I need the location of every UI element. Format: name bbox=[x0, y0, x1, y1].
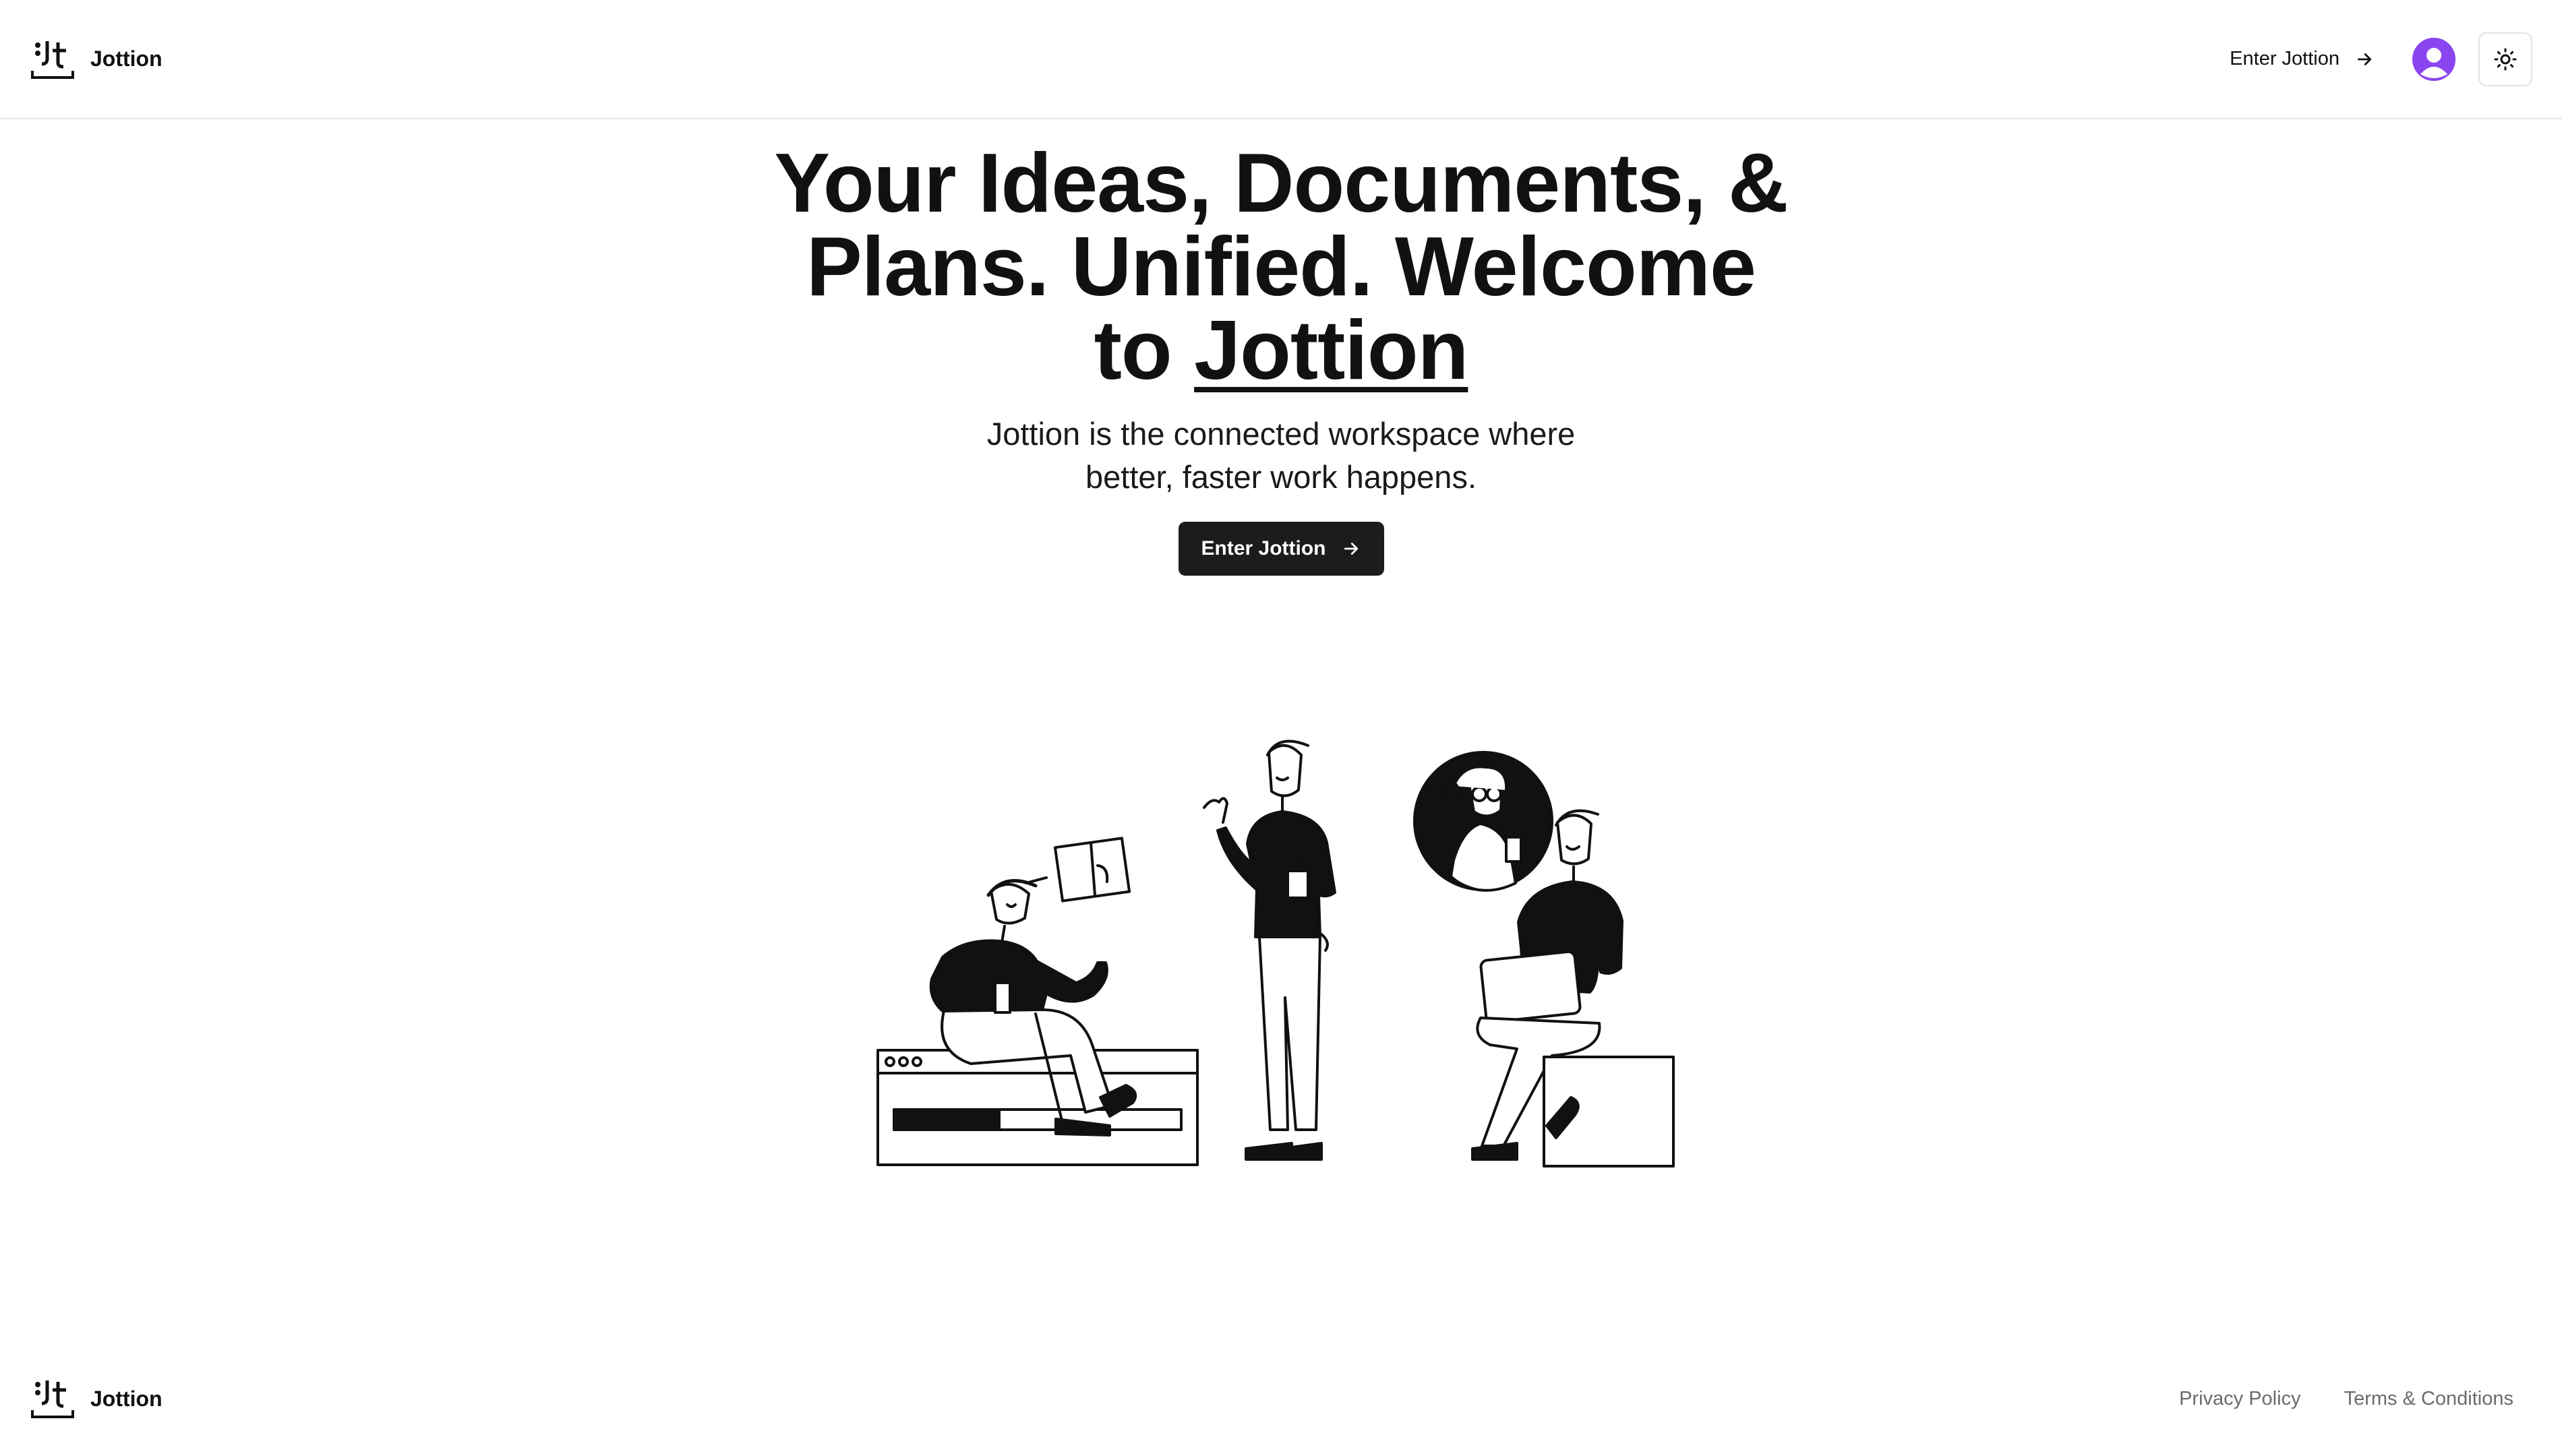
jottion-logo-icon bbox=[31, 40, 74, 79]
footer-links: Privacy Policy Terms & Conditions bbox=[2179, 1388, 2513, 1410]
arrow-right-icon bbox=[1344, 543, 1358, 555]
hero-title: Your Ideas, Documents, & Plans. Unified.… bbox=[755, 142, 1807, 392]
theme-toggle-button[interactable] bbox=[2478, 32, 2532, 86]
footer-brand-name: Jottion bbox=[90, 1386, 162, 1411]
enter-jottion-link[interactable]: Enter Jottion bbox=[2212, 36, 2392, 82]
cta-label: Enter Jottion bbox=[1201, 537, 1326, 559]
privacy-policy-link[interactable]: Privacy Policy bbox=[2179, 1388, 2301, 1410]
people-illustration bbox=[876, 739, 1675, 1167]
woman-portrait-icon bbox=[1413, 751, 1553, 892]
sun-icon bbox=[2494, 48, 2517, 70]
hero-title-to: to bbox=[1094, 304, 1195, 397]
brand[interactable]: Jottion bbox=[31, 38, 162, 80]
hero-title-line2: Plans. Unified. Welcome bbox=[806, 220, 1756, 313]
terms-conditions-link[interactable]: Terms & Conditions bbox=[2344, 1388, 2513, 1410]
top-navbar: Jottion Enter Jottion bbox=[0, 0, 2562, 119]
avatar[interactable] bbox=[2412, 37, 2455, 81]
enter-jottion-label: Enter Jottion bbox=[2230, 48, 2340, 69]
brand-name: Jottion bbox=[90, 47, 162, 71]
footer: Jottion Privacy Policy Terms & Condition… bbox=[0, 1368, 2562, 1429]
hero-title-brand: Jottion bbox=[1194, 304, 1468, 397]
browser-window-bench-icon bbox=[876, 1049, 1199, 1166]
header-actions: Enter Jottion bbox=[2212, 32, 2532, 86]
enter-jottion-button[interactable]: Enter Jottion bbox=[1178, 522, 1384, 576]
arrow-right-icon bbox=[2357, 53, 2372, 65]
footer-brand[interactable]: Jottion bbox=[31, 1378, 162, 1420]
hero-title-line1: Your Ideas, Documents, & bbox=[774, 137, 1788, 230]
jottion-logo-icon bbox=[31, 1381, 74, 1418]
hero-section: Your Ideas, Documents, & Plans. Unified.… bbox=[0, 142, 2562, 576]
person-standing-icon bbox=[1203, 739, 1336, 1161]
user-avatar-icon bbox=[2412, 37, 2455, 81]
hero-subtitle: Jottion is the connected workspace where… bbox=[986, 416, 1576, 495]
